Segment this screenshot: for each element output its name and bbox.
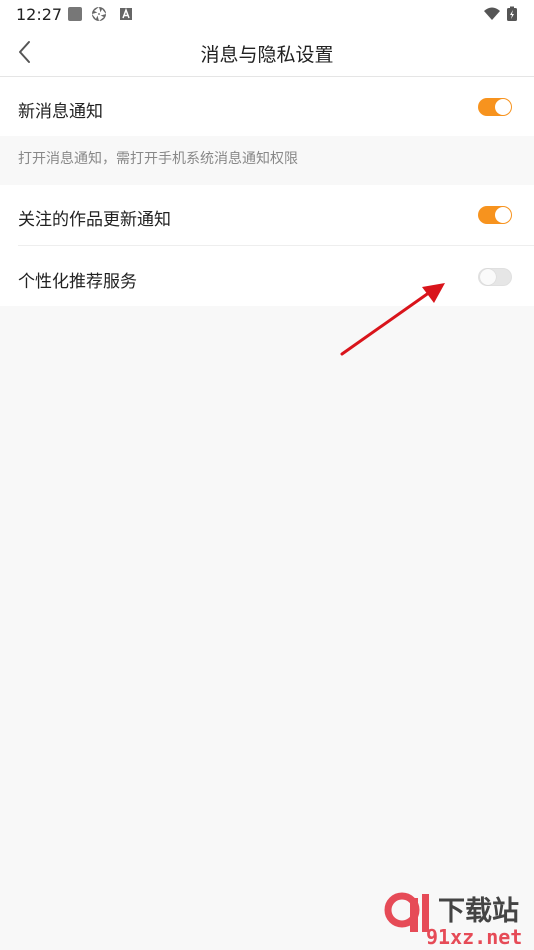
follow-update-toggle[interactable] — [478, 206, 512, 224]
setting-label: 关注的作品更新通知 — [18, 210, 171, 230]
status-time: 12:27 — [16, 5, 63, 24]
app-notification-icon — [68, 7, 82, 21]
page-title: 消息与隐私设置 — [200, 44, 334, 66]
toggle-knob — [480, 269, 496, 285]
new-message-toggle[interactable] — [478, 98, 512, 116]
toggle-knob — [495, 207, 511, 223]
a-icon — [120, 7, 132, 20]
setting-label: 新消息通知 — [18, 102, 103, 122]
watermark-cn: 下载站 — [438, 896, 519, 927]
personalized-toggle[interactable] — [478, 268, 512, 286]
aperture-icon — [92, 7, 106, 21]
watermark-en: 91xz.net — [426, 925, 522, 948]
battery-icon — [507, 6, 517, 21]
status-bar: 12:27 — [0, 0, 534, 30]
setting-row-follow-update: 关注的作品更新通知 — [0, 185, 534, 246]
setting-label: 个性化推荐服务 — [18, 272, 137, 292]
setting-row-new-message: 新消息通知 — [0, 77, 534, 136]
annotation-arrow-icon — [340, 283, 445, 356]
navigation-bar: 消息与隐私设置 — [0, 30, 534, 77]
watermark-logo: 下载站 91xz.net — [384, 892, 522, 948]
notification-hint: 打开消息通知，需打开手机系统消息通知权限 — [18, 151, 298, 167]
wifi-icon — [484, 7, 500, 20]
toggle-knob — [495, 99, 511, 115]
